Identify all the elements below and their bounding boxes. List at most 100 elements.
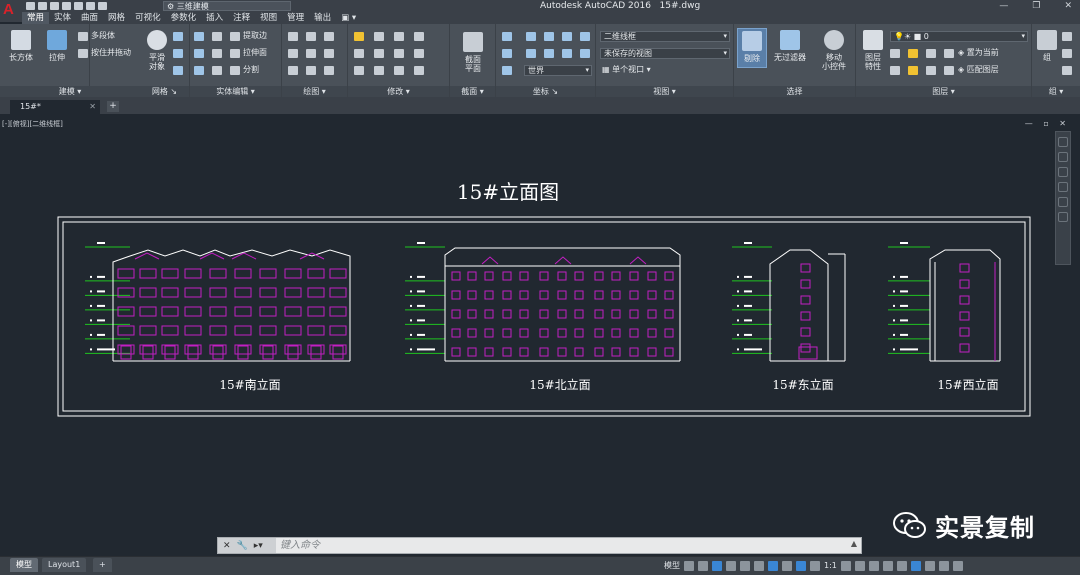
ribbon-tab[interactable]: 输出: [309, 12, 336, 24]
command-line[interactable]: ✕ 🔧 ▸▾ 键入命令 ▲: [217, 537, 862, 554]
group-select-icon[interactable]: [1062, 66, 1072, 75]
intersect-icon[interactable]: [194, 66, 204, 75]
array-icon[interactable]: [414, 32, 424, 41]
separate-icon[interactable]: [230, 66, 240, 75]
thicken-icon[interactable]: [212, 66, 222, 75]
restore-button[interactable]: ❐: [1032, 0, 1040, 12]
ucs-face-icon[interactable]: [502, 49, 512, 58]
group-edit-icon[interactable]: [1062, 49, 1072, 58]
group-button[interactable]: 组: [1036, 30, 1058, 62]
panel-label-modeling[interactable]: 建模 ▾: [0, 86, 140, 97]
lock-ui-icon[interactable]: [896, 560, 907, 571]
stretch-icon[interactable]: [354, 66, 364, 75]
layer-isolate-icon[interactable]: [908, 49, 918, 58]
ribbon-tab[interactable]: 注释: [228, 12, 255, 24]
close-tab-icon[interactable]: ✕: [89, 100, 96, 114]
spline-icon[interactable]: [288, 49, 298, 58]
layer-properties-button[interactable]: 图层 特性: [858, 30, 888, 71]
panel-label-selection[interactable]: 选择: [734, 86, 855, 97]
redo-icon[interactable]: [98, 2, 107, 10]
ribbon-tab[interactable]: 常用: [22, 12, 50, 24]
open-file-icon[interactable]: [38, 2, 47, 10]
ucs-x-icon[interactable]: [526, 32, 536, 41]
panel-label-modify[interactable]: 修改 ▾: [348, 86, 449, 97]
ribbon-tab[interactable]: 可视化: [130, 12, 166, 24]
panel-label-section[interactable]: 截面 ▾: [450, 86, 495, 97]
viewport-config-button[interactable]: ▦ 单个视口 ▾: [602, 65, 651, 75]
trim-icon[interactable]: [354, 32, 364, 41]
close-command-line-icon[interactable]: ✕: [223, 541, 231, 551]
set-current-button[interactable]: ◈ 置为当前: [958, 48, 999, 58]
new-layout-button[interactable]: +: [93, 558, 112, 572]
ucs-object-icon[interactable]: [526, 49, 536, 58]
panel-label-layers[interactable]: 图层 ▾: [856, 86, 1031, 97]
erase-icon[interactable]: [414, 66, 424, 75]
panel-label-solid-edit[interactable]: 实体编辑 ▾: [190, 86, 281, 97]
panel-label-mesh[interactable]: 网格 ↘: [140, 86, 189, 97]
save-icon[interactable]: [50, 2, 59, 10]
ucs-view-icon[interactable]: [544, 49, 554, 58]
grid-icon[interactable]: [684, 560, 694, 571]
layer-dropdown[interactable]: 💡☀ ■ 0 ▾: [890, 31, 1028, 42]
ortho-icon[interactable]: [712, 560, 722, 571]
presspull-button[interactable]: 按住并拖动: [91, 48, 131, 58]
ucs-dropdown[interactable]: 世界 ▾: [524, 65, 592, 76]
recent-commands-icon[interactable]: ▸▾: [254, 541, 263, 551]
workspace-dropdown[interactable]: ⚙ 三维建模: [163, 1, 291, 11]
ribbon-tab[interactable]: 插入: [201, 12, 228, 24]
interfere-icon[interactable]: [212, 49, 222, 58]
customization-menu-icon[interactable]: [952, 560, 963, 571]
offset-icon[interactable]: [414, 49, 424, 58]
isolate-objects-icon[interactable]: [910, 560, 921, 571]
ucs-y-icon[interactable]: [544, 32, 554, 41]
extract-edges-icon[interactable]: [230, 32, 240, 41]
layout-tab-layout1[interactable]: Layout1: [42, 558, 87, 572]
document-tab[interactable]: 15#* ✕: [10, 100, 100, 114]
ribbon-tab[interactable]: 实体: [49, 12, 76, 24]
layer-freeze-icon[interactable]: [926, 49, 936, 58]
polysolid-icon[interactable]: [78, 32, 88, 41]
fillet-icon[interactable]: [394, 49, 404, 58]
layer-off-icon[interactable]: [890, 49, 900, 58]
match-layer-button[interactable]: ◈ 匹配图层: [958, 65, 999, 75]
ucs-icon[interactable]: [502, 32, 512, 41]
ribbon-tab[interactable]: 管理: [282, 12, 309, 24]
saved-view-dropdown[interactable]: 未保存的视图 ▾: [600, 48, 730, 59]
panel-label-draw[interactable]: 绘图 ▾: [282, 86, 347, 97]
ucs-z-icon[interactable]: [562, 32, 572, 41]
slice-icon[interactable]: [212, 32, 222, 41]
arc-icon[interactable]: [324, 32, 334, 41]
isodraft-icon[interactable]: [740, 560, 750, 571]
ribbon-tab[interactable]: 视图: [255, 12, 282, 24]
extrude-faces-icon[interactable]: [230, 49, 240, 58]
new-file-icon[interactable]: [26, 2, 35, 10]
ribbon-tab[interactable]: 曲面: [76, 12, 103, 24]
extrude-faces-button[interactable]: 拉伸面: [243, 48, 267, 58]
no-filter-button[interactable]: 无过滤器: [770, 30, 810, 62]
annotation-scale[interactable]: 1:1: [824, 561, 837, 570]
polyline-icon[interactable]: [288, 32, 298, 41]
mesh-tool-icon[interactable]: [173, 32, 183, 41]
command-history-arrow-icon[interactable]: ▲: [851, 539, 857, 548]
rotate-icon[interactable]: [374, 32, 384, 41]
separate-button[interactable]: 分割: [243, 65, 259, 75]
panel-label-coordinates[interactable]: 坐标 ↘: [496, 86, 595, 97]
line-icon[interactable]: [306, 32, 316, 41]
explode-icon[interactable]: [394, 66, 404, 75]
visual-style-dropdown[interactable]: 二维线框 ▾: [600, 31, 730, 42]
panel-label-view[interactable]: 视图 ▾: [596, 86, 733, 97]
ungroup-icon[interactable]: [1062, 32, 1072, 41]
extract-edges-button[interactable]: 提取边: [243, 31, 267, 41]
drawing-canvas[interactable]: 15#立面图 15#南立面 15#北立面 15#东立面 15#西立面: [0, 114, 1080, 534]
ucs-world-icon[interactable]: [502, 66, 512, 75]
subtract-icon[interactable]: [194, 49, 204, 58]
ellipse-icon[interactable]: [324, 66, 334, 75]
culling-button[interactable]: 剔除: [737, 28, 767, 68]
workspace-switch-icon[interactable]: [840, 560, 851, 571]
gizmo-button[interactable]: 移动 小控件: [816, 30, 852, 71]
close-button[interactable]: ✕: [1064, 0, 1072, 12]
layer-unlock-icon[interactable]: [944, 66, 954, 75]
ribbon-tab[interactable]: 参数化: [166, 12, 202, 24]
auto-scale-icon[interactable]: [810, 560, 820, 571]
layer-on-icon[interactable]: [890, 66, 900, 75]
